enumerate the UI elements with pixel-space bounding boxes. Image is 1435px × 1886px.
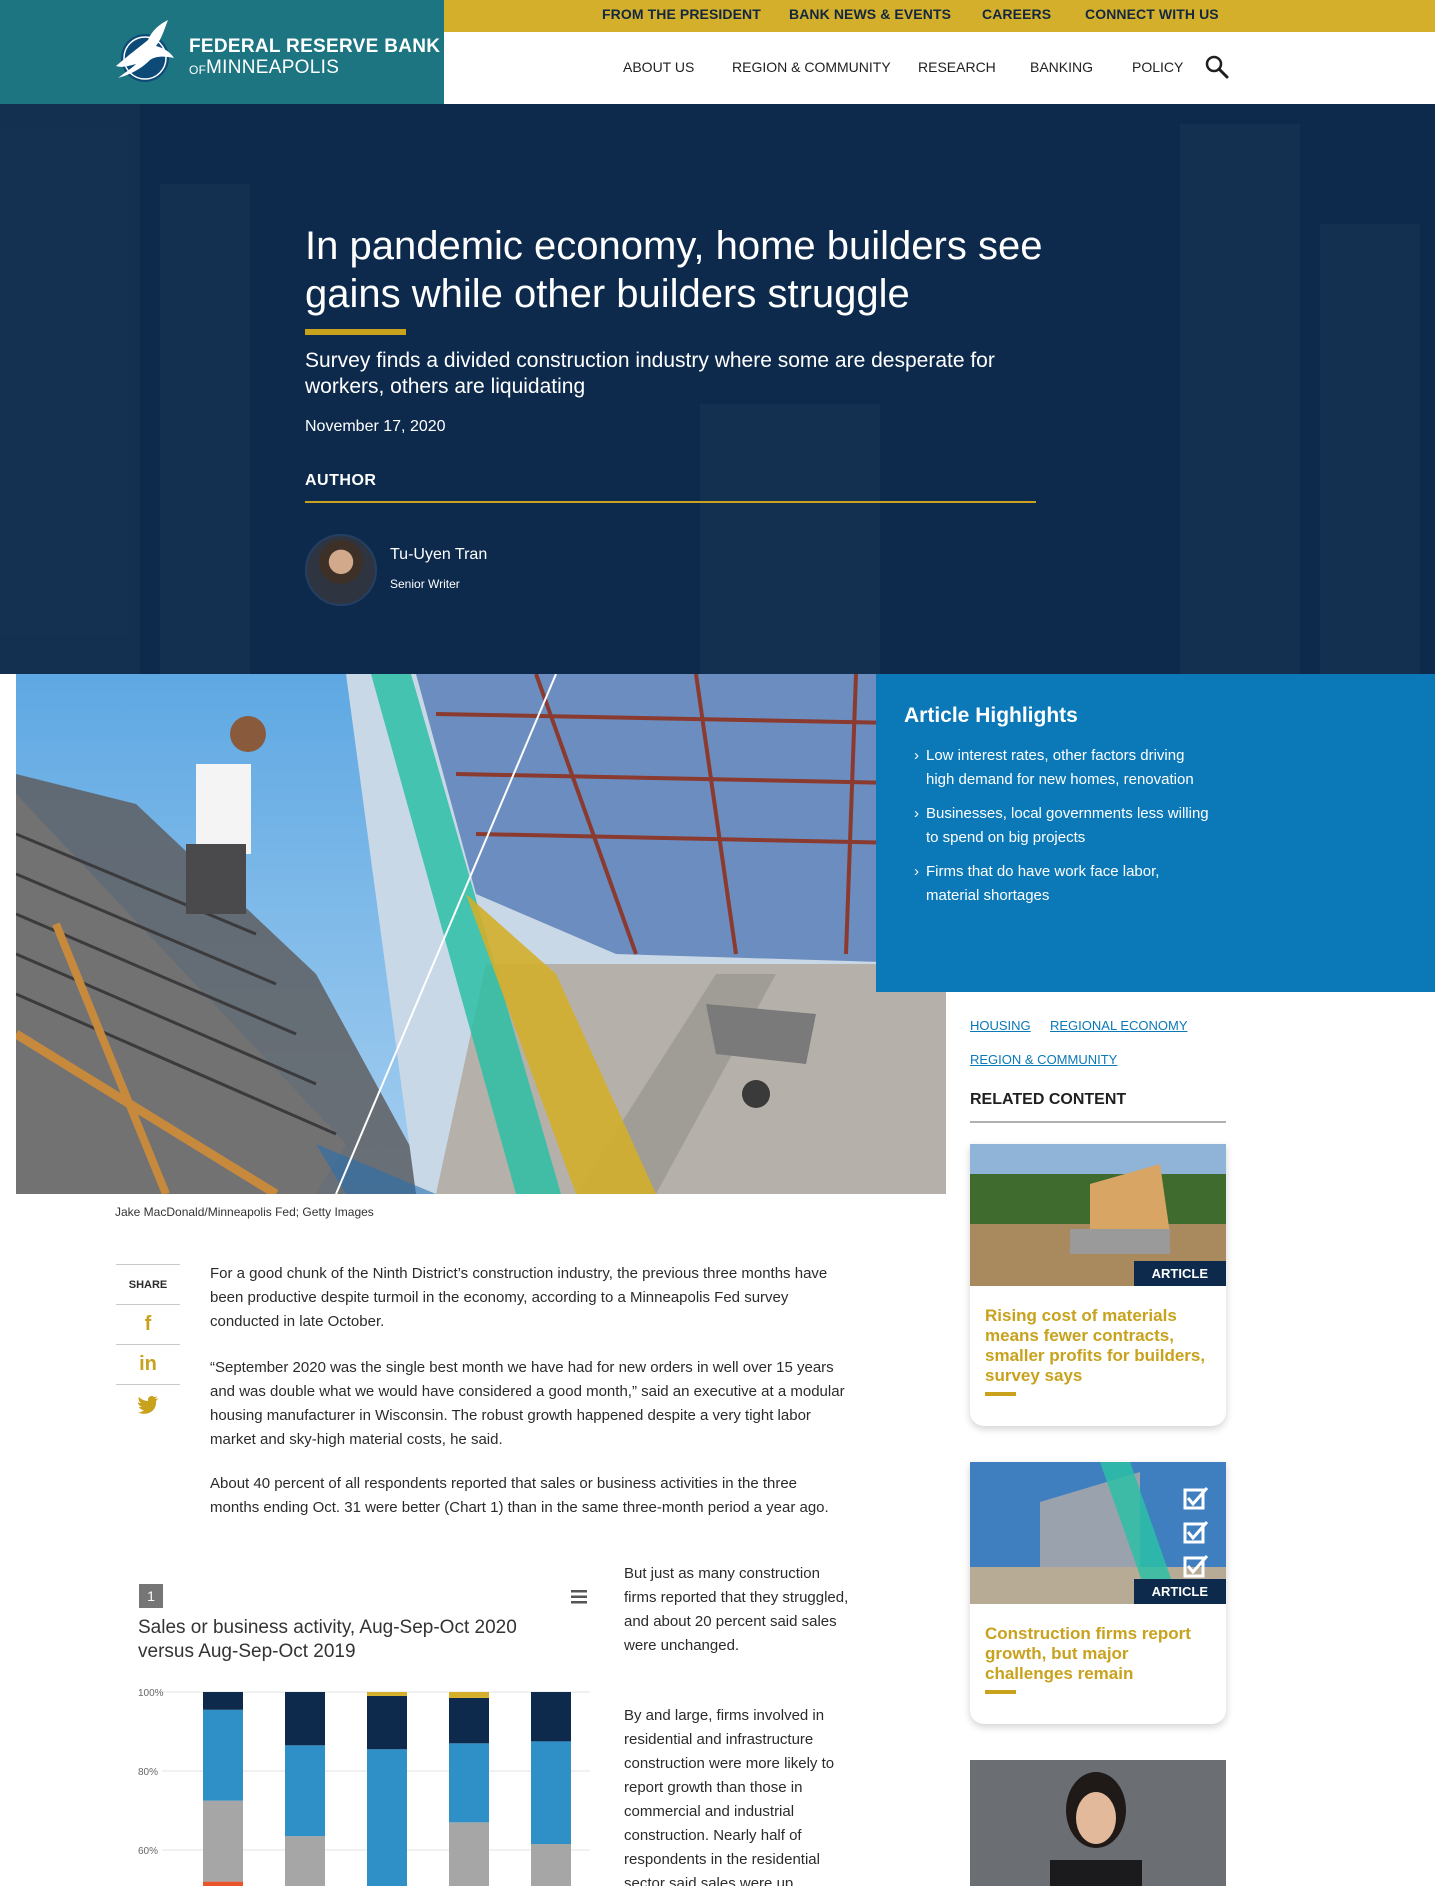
- article-date: November 17, 2020: [305, 418, 446, 435]
- tag-regional-economy[interactable]: REGIONAL ECONOMY: [1050, 1018, 1187, 1033]
- tag-housing[interactable]: HOUSING: [970, 1018, 1031, 1033]
- image-caption: Jake MacDonald/Minneapolis Fed; Getty Im…: [115, 1205, 374, 1219]
- article-highlights: Article Highlights Low interest rates, o…: [876, 674, 1435, 992]
- highlight-item: Businesses, local governments less willi…: [914, 802, 1214, 850]
- chart-bar-segment[interactable]: [285, 1836, 325, 1886]
- feature-image: [16, 674, 946, 1194]
- related-card[interactable]: ARTICLE Construction firms report growth…: [970, 1462, 1226, 1724]
- author-role: Senior Writer: [390, 577, 460, 591]
- article-title: In pandemic economy, home builders see g…: [305, 224, 1043, 316]
- y-tick-label: 100%: [138, 1688, 164, 1699]
- related-card-image: ARTICLE: [970, 1462, 1226, 1604]
- related-card[interactable]: ARTICLE Rising cost of materials means f…: [970, 1144, 1226, 1426]
- chart-bar-segment[interactable]: [285, 1692, 325, 1746]
- chart-bar-segment[interactable]: [531, 1844, 571, 1886]
- y-tick-label: 80%: [138, 1767, 158, 1778]
- chart-number: 1: [139, 1584, 163, 1608]
- title-rule: [305, 329, 406, 335]
- chart-bar-segment[interactable]: [203, 1692, 243, 1710]
- chart-title: Sales or business activity, Aug-Sep-Oct …: [138, 1617, 517, 1662]
- chart-bar-segment[interactable]: [367, 1692, 407, 1696]
- chart-bar-segment[interactable]: [449, 1692, 489, 1698]
- body-paragraph: But just as many construction firms repo…: [624, 1565, 849, 1654]
- logo-line1: FEDERAL RESERVE BANK: [189, 36, 441, 57]
- search-icon[interactable]: [1204, 54, 1230, 80]
- nav-research[interactable]: RESEARCH: [918, 59, 996, 75]
- utility-link-news[interactable]: BANK NEWS & EVENTS: [789, 6, 951, 22]
- related-content-title: RELATED CONTENT: [970, 1091, 1127, 1108]
- card-accent-bar: [985, 1690, 1016, 1694]
- utility-link-careers[interactable]: CAREERS: [982, 6, 1051, 22]
- linkedin-icon: in: [139, 1353, 157, 1375]
- linkedin-share-button[interactable]: in: [116, 1345, 180, 1385]
- chart-bar-segment[interactable]: [367, 1695, 407, 1750]
- nav-region-community[interactable]: REGION & COMMUNITY: [732, 59, 891, 75]
- chart-bar-segment[interactable]: [367, 1749, 407, 1886]
- highlights-title: Article Highlights: [904, 704, 1078, 727]
- highlight-item: Low interest rates, other factors drivin…: [914, 744, 1214, 792]
- chart-bar-segment[interactable]: [449, 1697, 489, 1744]
- share-label: SHARE: [116, 1264, 180, 1305]
- chart-bar-segment[interactable]: [203, 1800, 243, 1882]
- author-rule: [305, 501, 1036, 503]
- nav-banking[interactable]: BANKING: [1030, 59, 1093, 75]
- utility-link-president[interactable]: FROM THE PRESIDENT: [602, 6, 761, 22]
- chart-menu-icon[interactable]: [571, 1590, 587, 1604]
- chart-bar-segment[interactable]: [203, 1709, 243, 1801]
- site-logo[interactable]: FEDERAL RESERVE BANK OF MINNEAPOLIS: [0, 0, 444, 120]
- stacked-bar-chart: 100% 80% 60%: [138, 1688, 590, 1886]
- eagle-icon: [116, 20, 174, 82]
- tag-region-community[interactable]: REGION & COMMUNITY: [970, 1052, 1117, 1067]
- related-card-title[interactable]: Rising cost of materials means fewer con…: [985, 1306, 1215, 1386]
- share-bar: SHARE f in: [116, 1264, 180, 1425]
- related-card-image: ARTICLE: [970, 1144, 1226, 1286]
- nav-about-us[interactable]: ABOUT US: [623, 59, 694, 75]
- body-paragraph: By and large, firms involved in resident…: [624, 1707, 835, 1886]
- highlight-item: Firms that do have work face labor, mate…: [914, 860, 1214, 908]
- utility-link-connect[interactable]: CONNECT WITH US: [1085, 6, 1219, 22]
- author-name[interactable]: Tu-Uyen Tran: [390, 546, 487, 564]
- card-accent-bar: [985, 1392, 1016, 1396]
- facebook-icon: f: [144, 1313, 152, 1335]
- author-label: AUTHOR: [305, 472, 377, 489]
- chart-bar-segment[interactable]: [449, 1743, 489, 1823]
- related-person-photo[interactable]: [970, 1760, 1226, 1886]
- article-subtitle: Survey finds a divided construction indu…: [305, 349, 995, 398]
- author-avatar[interactable]: [305, 534, 377, 606]
- facebook-share-button[interactable]: f: [116, 1305, 180, 1345]
- body-paragraph: About 40 percent of all respondents repo…: [210, 1475, 829, 1516]
- main-nav: ABOUT US REGION & COMMUNITY RESEARCH BAN…: [444, 32, 1435, 104]
- utility-nav: FROM THE PRESIDENT BANK NEWS & EVENTS CA…: [444, 0, 1435, 32]
- article-badge: ARTICLE: [1133, 1261, 1226, 1286]
- hero-banner: In pandemic economy, home builders see g…: [0, 104, 1435, 674]
- related-card-title[interactable]: Construction firms report growth, but ma…: [985, 1624, 1215, 1684]
- body-paragraph: For a good chunk of the Ninth District’s…: [210, 1265, 828, 1330]
- related-rule: [970, 1121, 1226, 1123]
- y-tick-label: 60%: [138, 1846, 158, 1857]
- chart-bar-segment[interactable]: [531, 1741, 571, 1845]
- logo-line2: OF MINNEAPOLIS: [189, 57, 340, 78]
- twitter-icon: [137, 1396, 158, 1414]
- chart-bar-segment[interactable]: [531, 1692, 571, 1742]
- chart-bar-segment[interactable]: [203, 1881, 243, 1886]
- twitter-share-button[interactable]: [116, 1385, 180, 1425]
- chart-bar-segment[interactable]: [285, 1745, 325, 1837]
- chart-bar-segment[interactable]: [449, 1822, 489, 1886]
- nav-policy[interactable]: POLICY: [1132, 59, 1183, 75]
- body-paragraph: “September 2020 was the single best mont…: [210, 1359, 845, 1448]
- article-badge: ARTICLE: [1133, 1579, 1226, 1604]
